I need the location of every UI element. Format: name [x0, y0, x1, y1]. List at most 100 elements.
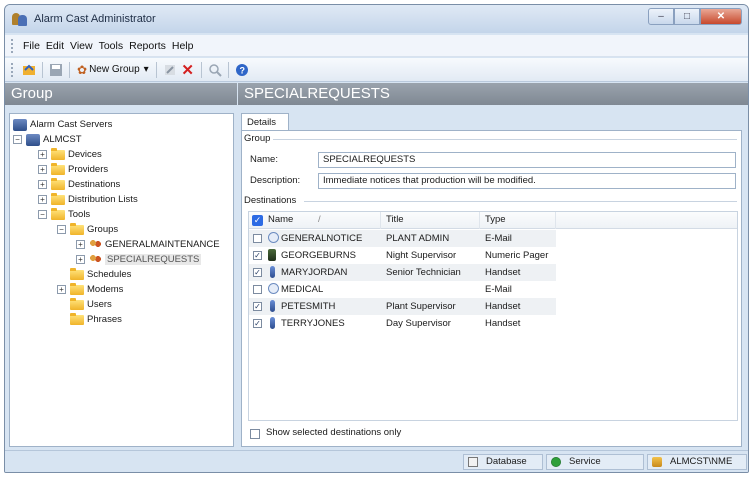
database-icon — [468, 457, 478, 467]
folder-icon — [51, 207, 65, 220]
tree-item-server[interactable]: − ALMCST — [13, 132, 82, 147]
refresh-icon[interactable] — [20, 61, 38, 79]
tree-item-modems[interactable]: + Modems — [57, 282, 123, 297]
cell-type: E-Mail — [485, 233, 512, 244]
table-row[interactable]: GENERALNOTICE PLANT ADMIN E-Mail — [249, 230, 556, 247]
folder-icon — [70, 312, 84, 325]
row-checkbox[interactable]: ✓ — [253, 319, 262, 328]
help-icon[interactable]: ? — [233, 61, 251, 79]
expand-icon[interactable]: + — [38, 165, 47, 174]
expand-icon[interactable]: + — [76, 255, 85, 264]
tree-item-specialrequests[interactable]: + SPECIALREQUESTS — [76, 252, 202, 267]
name-field[interactable]: SPECIALREQUESTS — [318, 152, 736, 168]
tree-item-root[interactable]: Alarm Cast Servers — [13, 117, 112, 132]
show-selected-label: Show selected destinations only — [266, 427, 402, 438]
new-group-button[interactable]: ✿ New Group ▾ — [74, 63, 152, 77]
status-service: Service — [546, 454, 644, 470]
status-user-label: ALMCST\NME — [670, 456, 733, 467]
column-header-name[interactable]: ✓ Name / — [249, 212, 381, 229]
folder-icon — [70, 267, 84, 280]
menu-edit[interactable]: Edit — [43, 40, 67, 52]
expand-icon[interactable]: + — [76, 240, 85, 249]
column-header-title[interactable]: Title — [381, 212, 480, 229]
save-icon[interactable] — [47, 61, 65, 79]
tree-label: Destinations — [68, 179, 121, 190]
tree-item-devices[interactable]: + Devices — [38, 147, 102, 162]
cell-title: PLANT ADMIN — [386, 233, 450, 244]
minimize-button[interactable]: – — [648, 8, 674, 25]
cell-name: MARYJORDAN — [281, 267, 348, 278]
row-checkbox[interactable] — [253, 285, 262, 294]
row-checkbox[interactable]: ✓ — [253, 268, 262, 277]
description-field[interactable]: Immediate notices that production will b… — [318, 173, 736, 189]
collapse-icon[interactable]: − — [38, 210, 47, 219]
row-checkbox[interactable] — [253, 234, 262, 243]
menu-help[interactable]: Help — [169, 40, 197, 52]
email-icon — [268, 283, 279, 294]
tree-item-providers[interactable]: + Providers — [38, 162, 108, 177]
collapse-icon[interactable]: − — [57, 225, 66, 234]
pager-icon — [268, 249, 276, 261]
row-checkbox[interactable]: ✓ — [253, 251, 262, 260]
menu-view[interactable]: View — [67, 40, 96, 52]
column-name-label: Name — [268, 214, 294, 225]
tree-item-generalmaintenance[interactable]: + GENERALMAINTENANCE — [76, 237, 220, 252]
menu-tools[interactable]: Tools — [96, 40, 127, 52]
tree-label: Schedules — [87, 269, 132, 280]
tree-label: Alarm Cast Servers — [30, 119, 113, 130]
status-bar: Database Service ALMCST\NME — [5, 450, 748, 472]
status-service-label: Service — [569, 456, 601, 467]
grid-header: ✓ Name / Title Type — [249, 212, 737, 229]
tree-label: SPECIALREQUESTS — [105, 254, 202, 265]
search-icon[interactable] — [206, 61, 224, 79]
maximize-button[interactable]: □ — [674, 8, 700, 25]
edit-icon[interactable] — [161, 61, 179, 79]
tab-details[interactable]: Details — [241, 113, 289, 131]
expand-icon[interactable]: + — [38, 195, 47, 204]
status-user: ALMCST\NME — [647, 454, 747, 470]
status-database: Database — [463, 454, 543, 470]
new-group-label: New Group — [89, 64, 140, 75]
folder-icon — [51, 177, 65, 190]
phone-icon — [270, 317, 275, 329]
menu-grip-icon — [11, 38, 14, 53]
table-row[interactable]: ✓ PETESMITH Plant Supervisor Handset — [249, 298, 556, 315]
cell-type: Numeric Pager — [485, 250, 549, 261]
table-row[interactable]: ✓ GEORGEBURNS Night Supervisor Numeric P… — [249, 247, 556, 264]
menu-file[interactable]: File — [20, 40, 43, 52]
toolbar-grip-icon — [11, 62, 14, 77]
tree-item-phrases[interactable]: Phrases — [70, 312, 122, 327]
collapse-icon[interactable]: − — [13, 135, 22, 144]
tree-item-groups[interactable]: − Groups — [57, 222, 118, 237]
group-section-label: Group — [244, 133, 274, 144]
table-row[interactable]: ✓ MARYJORDAN Senior Technician Handset — [249, 264, 556, 281]
tree-label: ALMCST — [43, 134, 82, 145]
details-tab-body: Group Name: SPECIALREQUESTS Description:… — [241, 130, 742, 447]
row-checkbox[interactable]: ✓ — [253, 302, 262, 311]
cell-type: Handset — [485, 267, 521, 278]
expand-icon[interactable]: + — [38, 150, 47, 159]
description-label: Description: — [250, 175, 301, 186]
menu-reports[interactable]: Reports — [126, 40, 169, 52]
delete-icon[interactable]: ✕ — [179, 61, 197, 79]
tree-item-tools[interactable]: − Tools — [38, 207, 90, 222]
folder-icon — [70, 282, 84, 295]
select-all-checkbox[interactable]: ✓ — [252, 215, 263, 226]
tree-item-destinations[interactable]: + Destinations — [38, 177, 120, 192]
tree-item-users[interactable]: Users — [70, 297, 112, 312]
show-selected-checkbox[interactable] — [250, 429, 260, 439]
close-button[interactable]: ✕ — [700, 8, 742, 25]
tree-item-distribution-lists[interactable]: + Distribution Lists — [38, 192, 138, 207]
table-row[interactable]: MEDICAL E-Mail — [249, 281, 556, 298]
cell-name: TERRYJONES — [281, 318, 345, 329]
details-panel: Details Group Name: SPECIALREQUESTS Desc… — [241, 113, 742, 447]
expand-icon[interactable]: + — [57, 285, 66, 294]
tree-item-schedules[interactable]: Schedules — [70, 267, 131, 282]
table-row[interactable]: ✓ TERRYJONES Day Supervisor Handset — [249, 315, 556, 332]
column-header-type[interactable]: Type — [480, 212, 556, 229]
cell-type: E-Mail — [485, 284, 512, 295]
tree-label: Devices — [68, 149, 102, 160]
expand-icon[interactable]: + — [38, 180, 47, 189]
tree-label: Modems — [87, 284, 124, 295]
tree-label: Tools — [68, 209, 91, 220]
